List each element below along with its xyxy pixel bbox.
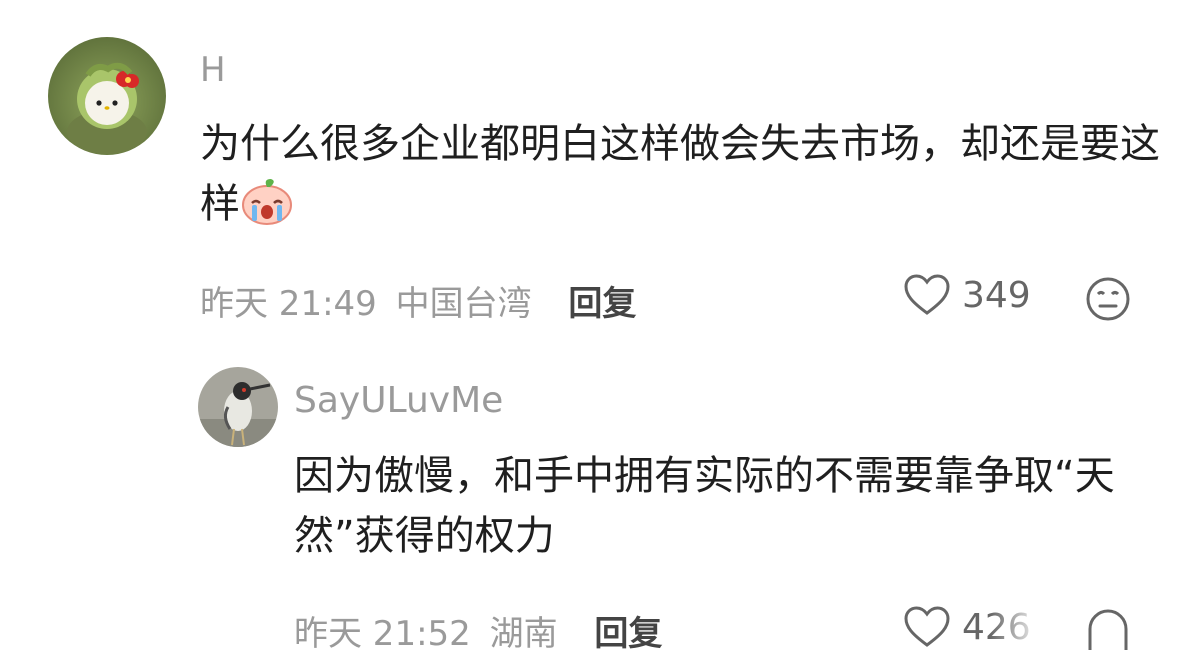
timestamp: 昨天 21:52 bbox=[294, 614, 471, 654]
reply-comment-item: SayULuvMe 因为傲慢，和手中拥有实际的不需要靠争取“天然”获得的权力 昨… bbox=[0, 0, 1200, 669]
overflow-fade bbox=[990, 606, 1060, 666]
face-icon[interactable] bbox=[1085, 606, 1135, 669]
username[interactable]: SayULuvMe bbox=[294, 380, 503, 421]
reply-button[interactable]: 回复 bbox=[594, 614, 662, 654]
heron-bird-avatar-icon bbox=[198, 367, 278, 447]
avatar[interactable] bbox=[198, 367, 278, 447]
comment-text: 因为傲慢，和手中拥有实际的不需要靠争取“天然”获得的权力 bbox=[294, 453, 1115, 559]
comment-meta: 昨天 21:52 湖南 回复 bbox=[294, 606, 662, 655]
heart-icon bbox=[904, 606, 950, 647]
location: 湖南 bbox=[489, 614, 558, 654]
